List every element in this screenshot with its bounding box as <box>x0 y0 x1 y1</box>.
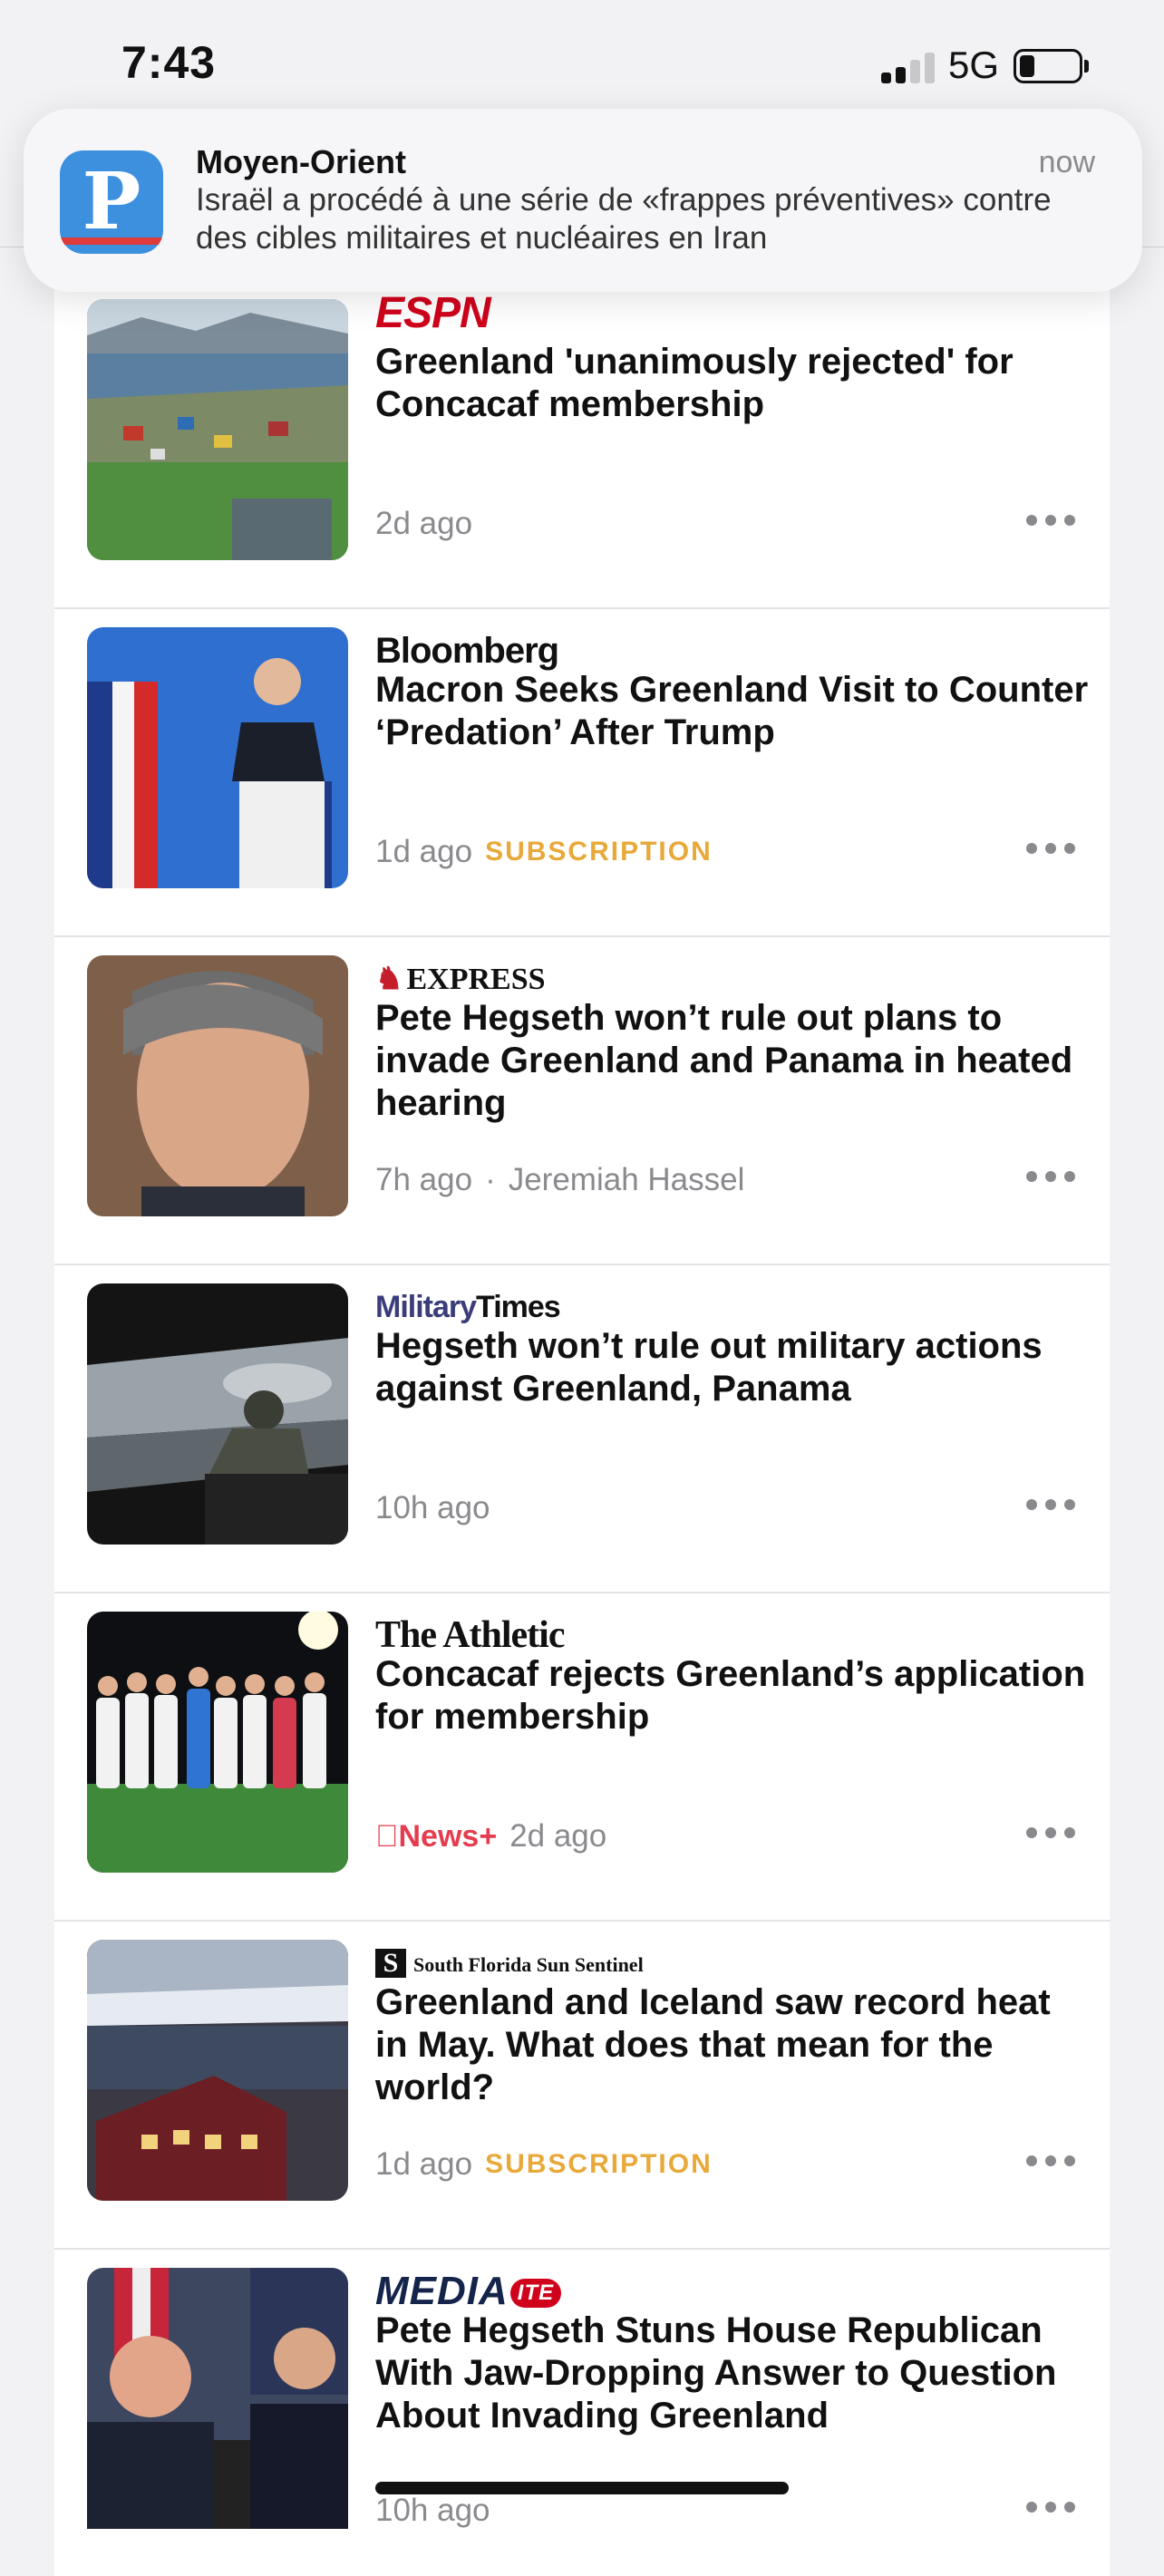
apple-icon:  <box>375 1819 399 1854</box>
app-icon-glyph: P <box>82 156 141 247</box>
article-meta: 1d ago SUBSCRIPTION <box>375 834 713 870</box>
subscription-badge: SUBSCRIPTION <box>485 2149 713 2179</box>
news-card[interactable]: ESPN Greenland 'unanimously rejected' fo… <box>54 281 1110 609</box>
battery-icon <box>1014 49 1082 83</box>
more-options-icon[interactable] <box>1026 2502 1075 2513</box>
more-options-icon[interactable] <box>1026 2155 1075 2166</box>
publisher-logo: ESPN <box>375 288 491 337</box>
article-headline: Concacaf rejects Greenland’s application… <box>375 1654 1086 1737</box>
news-plus-badge: News+ <box>375 1818 497 1854</box>
article-time: 10h ago <box>375 2493 490 2528</box>
article-meta: 10h ago <box>375 1490 490 1526</box>
article-meta: 7h ago · Jeremiah Hassel <box>375 1162 744 1198</box>
more-options-icon[interactable] <box>1026 1499 1075 1510</box>
battery-tip <box>1084 60 1089 73</box>
article-time: 1d ago <box>375 2146 473 2182</box>
article-time: 2d ago <box>486 1818 606 1854</box>
more-options-icon[interactable] <box>1026 1171 1075 1182</box>
news-card[interactable]: MEDIA ITE Pete Hegseth Stuns House Republ… <box>54 2250 1110 2576</box>
article-meta: 2d ago <box>375 506 472 542</box>
article-meta: 10h ago <box>375 2493 490 2529</box>
publisher-logo: Bloomberg <box>375 630 559 671</box>
notification-body: Israël a procédé à une série de «frappes… <box>196 182 1052 256</box>
clock: 7:43 <box>121 37 217 88</box>
article-thumbnail <box>87 2268 348 2529</box>
network-type: 5G <box>948 44 1000 86</box>
more-options-icon[interactable] <box>1026 843 1075 854</box>
news-card[interactable]: ♞ EXPRESS Pete Hegseth won’t rule out pla… <box>54 937 1110 1265</box>
article-thumbnail <box>87 1612 348 1873</box>
publisher-logo: MilitaryTimes <box>375 1289 561 1324</box>
news-card[interactable]: S South Florida Sun Sentinel Greenland an… <box>54 1922 1110 2250</box>
article-headline: Pete Hegseth won’t rule out plans to inv… <box>375 998 1073 1123</box>
article-meta: 1d ago SUBSCRIPTION <box>375 2146 713 2183</box>
article-headline: Macron Seeks Greenland Visit to Counter … <box>375 670 1089 752</box>
publisher-logo: MEDIA ITE <box>375 2269 562 2313</box>
publisher-logo: The Athletic <box>375 1614 565 1656</box>
publisher-logo: S South Florida Sun Sentinel <box>375 1943 644 1983</box>
article-headline: Greenland and Iceland saw record heat in… <box>375 1982 1051 2107</box>
article-author: Jeremiah Hassel <box>508 1162 745 1197</box>
status-bar: 7:43 5G <box>0 0 1164 127</box>
more-options-icon[interactable] <box>1026 515 1075 526</box>
meta-separator: · <box>485 1162 496 1197</box>
article-meta: News+ 2d ago <box>375 1818 606 1855</box>
article-time: 7h ago <box>375 1162 473 1197</box>
article-thumbnail <box>87 1940 348 2201</box>
article-headline: Hegseth won’t rule out military actions … <box>375 1326 1043 1409</box>
publisher-logo: ♞ EXPRESS <box>375 963 546 996</box>
notification-time: now <box>1038 145 1095 179</box>
app-icon: P <box>60 150 163 254</box>
article-thumbnail <box>87 627 348 888</box>
news-card[interactable]: The Athletic Concacaf rejects Greenland’… <box>54 1593 1110 1922</box>
notification-banner[interactable]: P Moyen-Orient now Israël a procédé à un… <box>24 109 1142 292</box>
article-thumbnail <box>87 955 348 1216</box>
home-indicator[interactable] <box>375 2482 789 2494</box>
notification-title: Moyen-Orient <box>196 143 407 180</box>
subscription-badge: SUBSCRIPTION <box>485 837 713 867</box>
news-card[interactable]: MilitaryTimes Hegseth won’t rule out mil… <box>54 1265 1110 1593</box>
article-time: 10h ago <box>375 1490 490 1525</box>
article-thumbnail <box>87 299 348 560</box>
news-feed: ESPN Greenland 'unanimously rejected' fo… <box>54 281 1110 2576</box>
more-options-icon[interactable] <box>1026 1827 1075 1838</box>
article-headline: Greenland 'unanimously rejected' for Con… <box>375 342 1014 424</box>
article-time: 1d ago <box>375 834 473 869</box>
article-time: 2d ago <box>375 506 473 541</box>
article-headline: Pete Hegseth Stuns House Republican With… <box>375 2310 1057 2436</box>
news-card[interactable]: Bloomberg Macron Seeks Greenland Visit t… <box>54 609 1110 937</box>
article-thumbnail <box>87 1283 348 1545</box>
cellular-signal-icon <box>881 53 936 83</box>
